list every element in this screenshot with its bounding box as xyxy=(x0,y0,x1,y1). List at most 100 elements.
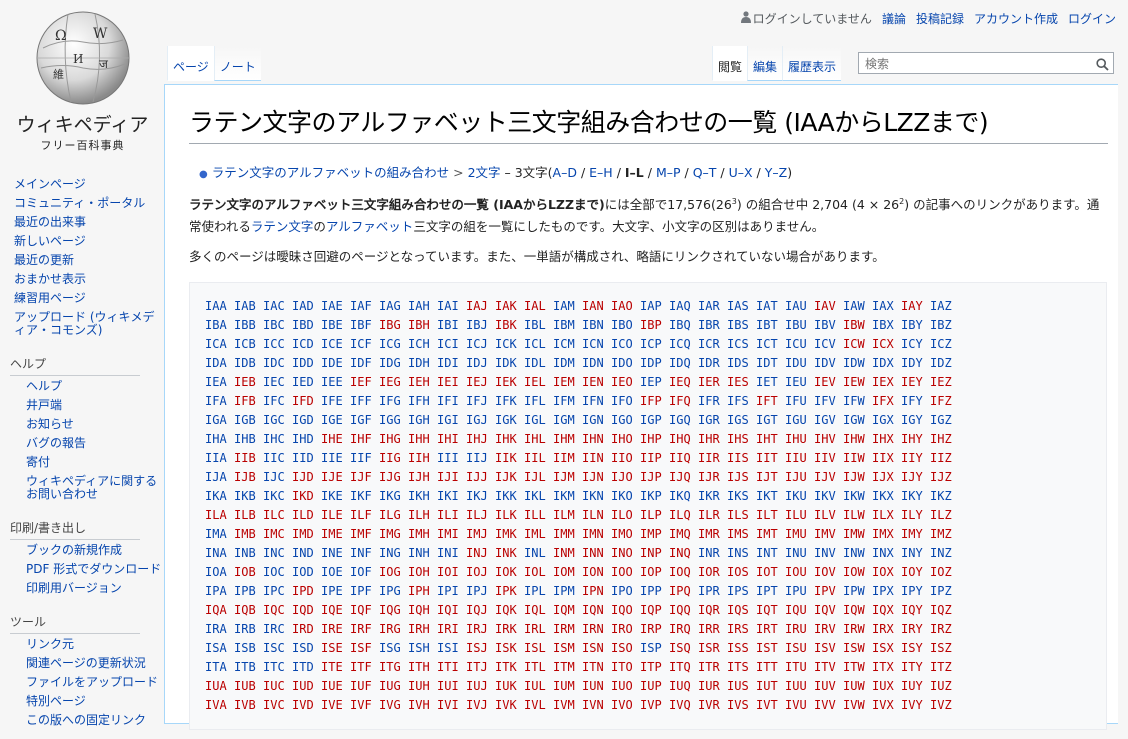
sidebar-item-main-page[interactable]: メインページ xyxy=(14,177,86,191)
combo-link-ijl[interactable]: IJL xyxy=(524,468,553,487)
combo-link-iuv[interactable]: IUV xyxy=(814,677,843,696)
combo-link-ics[interactable]: ICS xyxy=(727,335,756,354)
combo-link-iph[interactable]: IPH xyxy=(408,582,437,601)
combo-link-iky[interactable]: IKY xyxy=(901,487,930,506)
combo-link-ihl[interactable]: IHL xyxy=(524,430,553,449)
combo-link-ivl[interactable]: IVL xyxy=(524,696,553,715)
combo-link-igg[interactable]: IGG xyxy=(379,411,408,430)
combo-link-isf[interactable]: ISF xyxy=(350,639,379,658)
combo-link-iut[interactable]: IUT xyxy=(756,677,785,696)
combo-link-icj[interactable]: ICJ xyxy=(466,335,495,354)
combo-link-ika[interactable]: IKA xyxy=(205,487,234,506)
combo-link-ioy[interactable]: IOY xyxy=(901,563,930,582)
combo-link-isk[interactable]: ISK xyxy=(495,639,524,658)
sidebar-heading-print[interactable]: 印刷/書き出し xyxy=(10,519,140,540)
combo-link-ipo[interactable]: IPO xyxy=(611,582,640,601)
combo-link-iro[interactable]: IRO xyxy=(611,620,640,639)
combo-link-ifh[interactable]: IFH xyxy=(408,392,437,411)
combo-link-ihz[interactable]: IHZ xyxy=(930,430,959,449)
combo-link-itd[interactable]: ITD xyxy=(292,658,321,677)
combo-link-ivm[interactable]: IVM xyxy=(553,696,582,715)
combo-link-ifv[interactable]: IFV xyxy=(814,392,843,411)
combo-link-iri[interactable]: IRI xyxy=(437,620,466,639)
combo-link-icy[interactable]: ICY xyxy=(901,335,930,354)
combo-link-isa[interactable]: ISA xyxy=(205,639,234,658)
combo-link-ism[interactable]: ISM xyxy=(553,639,582,658)
nav-range-u-x[interactable]: U–X xyxy=(729,165,753,180)
combo-link-ivi[interactable]: IVI xyxy=(437,696,466,715)
combo-link-ige[interactable]: IGE xyxy=(321,411,350,430)
combo-link-ivn[interactable]: IVN xyxy=(582,696,611,715)
combo-link-idh[interactable]: IDH xyxy=(408,354,437,373)
combo-link-ioo[interactable]: IOO xyxy=(611,563,640,582)
combo-link-igv[interactable]: IGV xyxy=(814,411,843,430)
combo-link-idu[interactable]: IDU xyxy=(785,354,814,373)
combo-link-ign[interactable]: IGN xyxy=(582,411,611,430)
combo-link-ijk[interactable]: IJK xyxy=(495,468,524,487)
combo-link-igw[interactable]: IGW xyxy=(843,411,872,430)
combo-link-ipz[interactable]: IPZ xyxy=(930,582,959,601)
combo-link-ijp[interactable]: IJP xyxy=(640,468,669,487)
combo-link-igl[interactable]: IGL xyxy=(524,411,553,430)
combo-link-ivq[interactable]: IVQ xyxy=(669,696,698,715)
sidebar-item-upload-commons[interactable]: アップロード (ウィキメディア・コモンズ) xyxy=(14,310,155,337)
combo-link-idy[interactable]: IDY xyxy=(901,354,930,373)
combo-link-ikr[interactable]: IKR xyxy=(698,487,727,506)
contributions-link[interactable]: 投稿記録 xyxy=(916,10,964,27)
combo-link-igk[interactable]: IGK xyxy=(495,411,524,430)
combo-link-idn[interactable]: IDN xyxy=(582,354,611,373)
combo-link-ijy[interactable]: IJY xyxy=(901,468,930,487)
combo-link-iiv[interactable]: IIV xyxy=(814,449,843,468)
tab-talk[interactable]: ノート xyxy=(213,46,261,81)
combo-link-ino[interactable]: INO xyxy=(611,544,640,563)
combo-link-itz[interactable]: ITZ xyxy=(930,658,959,677)
combo-link-ibz[interactable]: IBZ xyxy=(930,316,959,335)
combo-link-ill[interactable]: ILL xyxy=(524,506,553,525)
combo-link-iml[interactable]: IML xyxy=(524,525,553,544)
combo-link-iio[interactable]: IIO xyxy=(611,449,640,468)
combo-link-iea[interactable]: IEA xyxy=(205,373,234,392)
combo-link-iif[interactable]: IIF xyxy=(350,449,379,468)
combo-link-ihx[interactable]: IHX xyxy=(872,430,901,449)
combo-link-ijo[interactable]: IJO xyxy=(611,468,640,487)
combo-link-iuu[interactable]: IUU xyxy=(785,677,814,696)
combo-link-ilq[interactable]: ILQ xyxy=(669,506,698,525)
combo-link-iua[interactable]: IUA xyxy=(205,677,234,696)
combo-link-ife[interactable]: IFE xyxy=(321,392,350,411)
combo-link-igd[interactable]: IGD xyxy=(292,411,321,430)
combo-link-irj[interactable]: IRJ xyxy=(466,620,495,639)
combo-link-ilj[interactable]: ILJ xyxy=(466,506,495,525)
combo-link-idv[interactable]: IDV xyxy=(814,354,843,373)
combo-link-iqr[interactable]: IQR xyxy=(698,601,727,620)
combo-link-iku[interactable]: IKU xyxy=(785,487,814,506)
tab-read[interactable]: 閲覧 xyxy=(712,46,748,81)
combo-link-iew[interactable]: IEW xyxy=(843,373,872,392)
combo-link-itx[interactable]: ITX xyxy=(872,658,901,677)
combo-link-iuo[interactable]: IUO xyxy=(611,677,640,696)
combo-link-ihf[interactable]: IHF xyxy=(350,430,379,449)
combo-link-irw[interactable]: IRW xyxy=(843,620,872,639)
combo-link-ieg[interactable]: IEG xyxy=(379,373,408,392)
combo-link-iny[interactable]: INY xyxy=(901,544,930,563)
combo-link-iau[interactable]: IAU xyxy=(785,297,814,316)
combo-link-iol[interactable]: IOL xyxy=(524,563,553,582)
combo-link-ivu[interactable]: IVU xyxy=(785,696,814,715)
combo-link-imw[interactable]: IMW xyxy=(843,525,872,544)
combo-link-igo[interactable]: IGO xyxy=(611,411,640,430)
combo-link-iur[interactable]: IUR xyxy=(698,677,727,696)
combo-link-irg[interactable]: IRG xyxy=(379,620,408,639)
combo-link-ivd[interactable]: IVD xyxy=(292,696,321,715)
combo-link-ivv[interactable]: IVV xyxy=(814,696,843,715)
nav-range-m-p[interactable]: M–P xyxy=(656,165,681,180)
combo-link-iqy[interactable]: IQY xyxy=(901,601,930,620)
combo-link-isq[interactable]: ISQ xyxy=(669,639,698,658)
combo-link-ihi[interactable]: IHI xyxy=(437,430,466,449)
combo-link-igm[interactable]: IGM xyxy=(553,411,582,430)
combo-link-int[interactable]: INT xyxy=(756,544,785,563)
combo-link-isv[interactable]: ISV xyxy=(814,639,843,658)
combo-link-ikz[interactable]: IKZ xyxy=(930,487,959,506)
combo-link-igq[interactable]: IGQ xyxy=(669,411,698,430)
combo-link-inx[interactable]: INX xyxy=(872,544,901,563)
sidebar-item-donate[interactable]: 寄付 xyxy=(26,455,50,469)
nav-parent-link[interactable]: ラテン文字のアルファベットの組み合わせ xyxy=(212,165,449,180)
